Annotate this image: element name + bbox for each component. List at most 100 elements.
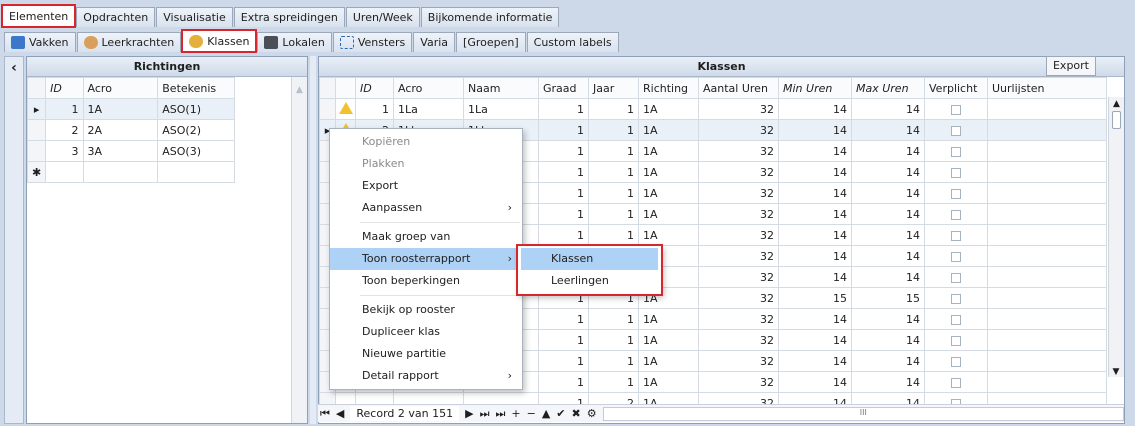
tab-leerkrachten[interactable]: Leerkrachten xyxy=(76,32,182,52)
column-header-acro[interactable]: Acro xyxy=(393,77,464,99)
cell-max-uren[interactable]: 14 xyxy=(851,203,925,225)
menu-item[interactable]: Nieuwe partitie xyxy=(330,343,522,365)
cell-graad[interactable]: 1 xyxy=(538,140,589,162)
cell-acro[interactable]: 2A xyxy=(82,119,159,141)
tab-varia[interactable]: Varia xyxy=(413,32,456,52)
tab-klassen[interactable]: Klassen xyxy=(181,29,258,53)
cell-aantal-uren[interactable]: 32 xyxy=(698,245,779,267)
cell-min-uren[interactable]: 15 xyxy=(778,287,852,309)
cell-richting[interactable]: 1A xyxy=(638,203,699,225)
verplicht-checkbox[interactable] xyxy=(951,146,961,157)
cell-betekenis[interactable]: ASO(1) xyxy=(157,98,235,120)
filter-icon[interactable]: ⚙ xyxy=(587,407,597,420)
cell-uurlijsten[interactable] xyxy=(987,371,1107,393)
cell-graad[interactable]: 1 xyxy=(538,98,589,120)
column-header-verplicht[interactable]: Verplicht xyxy=(924,77,988,99)
column-header-graad[interactable]: Graad xyxy=(538,77,589,99)
cell-aantal-uren[interactable]: 32 xyxy=(698,119,779,141)
cell-jaar[interactable]: 1 xyxy=(588,371,639,393)
cell-graad[interactable]: 1 xyxy=(538,161,589,183)
tab-bijkomende-informatie[interactable]: Bijkomende informatie xyxy=(420,7,560,27)
column-header-acro[interactable]: Acro xyxy=(82,77,159,99)
cell-graad[interactable]: 1 xyxy=(538,308,589,330)
cancel-icon[interactable]: ✖ xyxy=(572,407,581,420)
verplicht-checkbox[interactable] xyxy=(951,293,961,304)
verplicht-checkbox[interactable] xyxy=(951,272,961,283)
cell-graad[interactable]: 1 xyxy=(538,182,589,204)
cell-jaar[interactable]: 1 xyxy=(588,161,639,183)
cell-aantal-uren[interactable]: 32 xyxy=(698,308,779,330)
tab-vakken[interactable]: Vakken xyxy=(4,32,76,52)
cell-min-uren[interactable]: 14 xyxy=(778,371,852,393)
cell-max-uren[interactable]: 15 xyxy=(851,287,925,309)
cell-graad[interactable]: 1 xyxy=(538,371,589,393)
column-header-id[interactable]: ID xyxy=(45,77,84,99)
tab-opdrachten[interactable]: Opdrachten xyxy=(76,7,156,27)
tab-uren-week[interactable]: Uren/Week xyxy=(345,7,420,27)
cell-verplicht[interactable] xyxy=(924,182,988,204)
verplicht-checkbox[interactable] xyxy=(951,209,961,220)
cell-graad[interactable]: 1 xyxy=(538,119,589,141)
verplicht-checkbox[interactable] xyxy=(951,356,961,367)
cell-graad[interactable]: 1 xyxy=(538,224,589,246)
cell-uurlijsten[interactable] xyxy=(987,245,1107,267)
verplicht-checkbox[interactable] xyxy=(951,125,961,136)
cell-jaar[interactable]: 1 xyxy=(588,203,639,225)
horizontal-scrollbar[interactable]: III xyxy=(602,406,1124,421)
menu-item[interactable]: Toon roosterrapport › xyxy=(330,248,522,270)
cell-max-uren[interactable]: 14 xyxy=(851,98,925,120)
verplicht-checkbox[interactable] xyxy=(951,167,961,178)
cell-max-uren[interactable]: 14 xyxy=(851,371,925,393)
cell-richting[interactable]: 1A xyxy=(638,140,699,162)
first-record-icon[interactable]: ⏮ xyxy=(320,407,330,421)
column-header-min-uren[interactable]: Min Uren xyxy=(778,77,852,99)
cell-acro[interactable]: 3A xyxy=(82,140,159,162)
cell-min-uren[interactable]: 14 xyxy=(778,350,852,372)
tab-extra-spreidingen[interactable]: Extra spreidingen xyxy=(233,7,345,27)
column-header-id[interactable]: ID xyxy=(355,77,394,99)
tab-vensters[interactable]: Vensters xyxy=(332,32,413,52)
cell-min-uren[interactable]: 14 xyxy=(778,329,852,351)
table-row[interactable]: 2 2A ASO(2) xyxy=(26,119,235,141)
cell-jaar[interactable]: 1 xyxy=(588,119,639,141)
cell-jaar[interactable]: 1 xyxy=(588,350,639,372)
cell-aantal-uren[interactable]: 32 xyxy=(698,203,779,225)
cell-richting[interactable]: 1A xyxy=(638,371,699,393)
verplicht-checkbox[interactable] xyxy=(951,230,961,241)
cell-uurlijsten[interactable] xyxy=(987,329,1107,351)
menu-item[interactable]: Dupliceer klas xyxy=(330,321,522,343)
cell-min-uren[interactable]: 14 xyxy=(778,245,852,267)
cell-max-uren[interactable]: 14 xyxy=(851,182,925,204)
cell-graad[interactable]: 1 xyxy=(538,203,589,225)
cell-aantal-uren[interactable]: 32 xyxy=(698,182,779,204)
cell-min-uren[interactable]: 14 xyxy=(778,119,852,141)
cell-richting[interactable]: 1A xyxy=(638,308,699,330)
cell-uurlijsten[interactable] xyxy=(987,161,1107,183)
cell-max-uren[interactable]: 14 xyxy=(851,140,925,162)
next-page-icon[interactable]: ⏭ xyxy=(480,407,490,421)
table-row[interactable]: ▸ 1 1A ASO(1) xyxy=(26,98,235,120)
last-record-icon[interactable]: ⏭ xyxy=(495,407,505,421)
cell-aantal-uren[interactable]: 32 xyxy=(698,224,779,246)
cell-max-uren[interactable]: 14 xyxy=(851,161,925,183)
cell-jaar[interactable]: 1 xyxy=(588,140,639,162)
cell-aantal-uren[interactable]: 32 xyxy=(698,161,779,183)
collapse-strip[interactable]: ‹ xyxy=(4,56,24,424)
column-header-uurlijsten[interactable]: Uurlijsten xyxy=(987,77,1107,99)
prev-record-icon[interactable]: ◀ xyxy=(336,407,344,420)
verplicht-checkbox[interactable] xyxy=(951,335,961,346)
cell-verplicht[interactable] xyxy=(924,245,988,267)
cell-uurlijsten[interactable] xyxy=(987,350,1107,372)
verplicht-checkbox[interactable] xyxy=(951,314,961,325)
menu-item[interactable]: Kopiëren xyxy=(330,131,522,153)
cell-aantal-uren[interactable]: 32 xyxy=(698,329,779,351)
cell-verplicht[interactable] xyxy=(924,203,988,225)
cell-uurlijsten[interactable] xyxy=(987,224,1107,246)
menu-item[interactable]: Bekijk op rooster xyxy=(330,299,522,321)
cell-min-uren[interactable]: 14 xyxy=(778,140,852,162)
submenu-item[interactable]: Klassen xyxy=(521,248,658,270)
cell-verplicht[interactable] xyxy=(924,371,988,393)
vertical-scrollbar[interactable]: ▲ ▼ xyxy=(1108,97,1124,377)
cell-aantal-uren[interactable]: 32 xyxy=(698,98,779,120)
cell-aantal-uren[interactable]: 32 xyxy=(698,140,779,162)
